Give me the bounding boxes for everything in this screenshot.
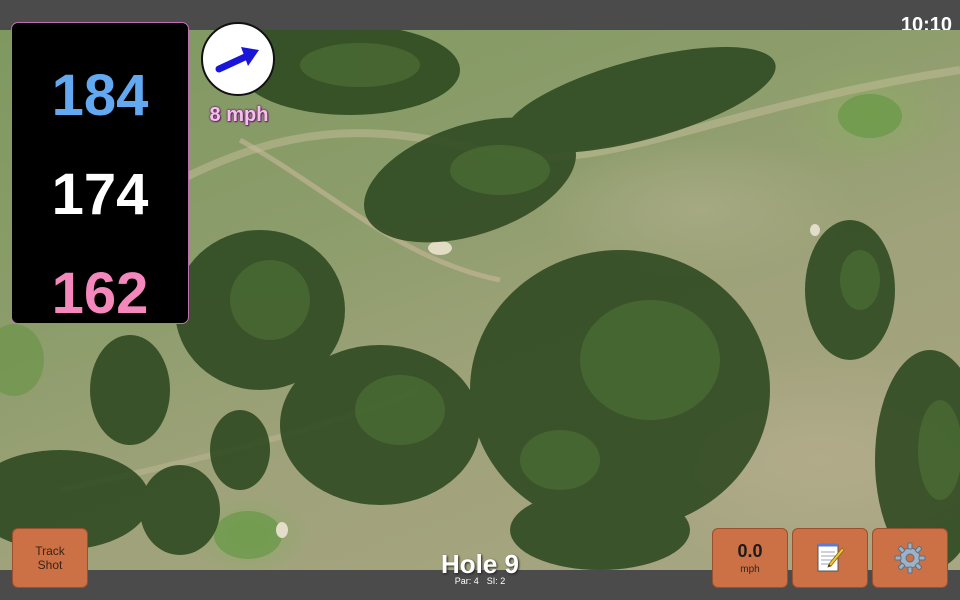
front-distance: 162 <box>51 261 149 326</box>
hole-stroke-index: SI: 2 <box>486 576 506 586</box>
wind-speed: 8 mph <box>209 104 269 126</box>
wind-indicator <box>201 22 275 96</box>
track-shot-label: Track Shot <box>35 544 65 572</box>
hole-info: Par: 4 SI: 2 <box>380 576 580 586</box>
speed-value: 0.0 <box>737 541 763 561</box>
speed-unit: mph <box>740 564 760 575</box>
back-distance: 184 <box>51 63 149 128</box>
distance-panel: 184 174 162 <box>11 22 189 326</box>
track-shot-button[interactable]: Track Shot <box>12 528 88 588</box>
speed-button[interactable]: 0.0 mph <box>712 528 788 588</box>
hole-par: Par: 4 <box>454 576 479 586</box>
hole-title: Hole 9 <box>440 549 520 579</box>
notepad-icon <box>817 543 845 572</box>
gear-icon <box>894 542 926 574</box>
notes-button[interactable] <box>792 528 868 588</box>
settings-button[interactable] <box>872 528 948 588</box>
wind-direction-arrow-icon <box>215 47 259 73</box>
middle-distance: 174 <box>51 162 149 227</box>
